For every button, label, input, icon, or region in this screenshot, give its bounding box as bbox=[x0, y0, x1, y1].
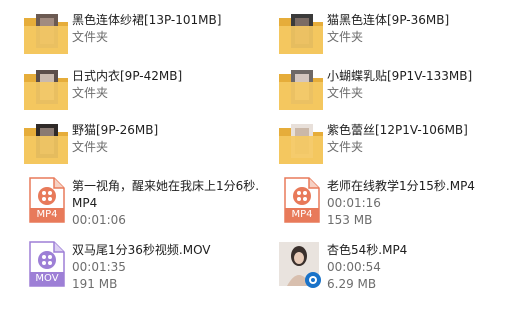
folder-name: 小蝴蝶乳贴[9P1V-133MB] bbox=[327, 69, 473, 83]
folder-type: 文件夹 bbox=[72, 140, 109, 154]
video-duration: 00:01:35 bbox=[72, 260, 126, 274]
file-type-badge: MP4 bbox=[36, 209, 58, 220]
video-duration: 00:01:06 bbox=[72, 213, 126, 227]
mp4-file-icon: MP4 bbox=[277, 176, 325, 224]
folder-item[interactable]: 野猫[9P-26MB] 文件夹 bbox=[22, 120, 272, 176]
folder-thumbnail-icon bbox=[279, 14, 323, 54]
video-name: 老师在线教学1分15秒.MP4 bbox=[327, 179, 475, 193]
folder-thumbnail-icon bbox=[279, 70, 323, 110]
folder-type: 文件夹 bbox=[72, 86, 109, 100]
folder-item[interactable]: 紫色蕾丝[12P1V-106MB] 文件夹 bbox=[277, 120, 523, 176]
video-file-item[interactable]: MP4 第一视角，醒来她在我床上1分6秒. MP4 00:01:06 bbox=[22, 176, 272, 232]
file-type-badge: MP4 bbox=[291, 209, 313, 220]
video-file-item[interactable]: 杏色54秒.MP4 00:00:54 6.29 MB bbox=[277, 240, 523, 296]
video-name: 杏色54秒.MP4 bbox=[327, 243, 408, 257]
folder-item[interactable]: 日式内衣[9P-42MB] 文件夹 bbox=[22, 66, 272, 122]
mp4-file-icon: MP4 bbox=[22, 176, 70, 224]
file-grid: 黑色连体纱裙[13P-101MB] 文件夹 猫黑色连体[9P-36MB] 文件夹… bbox=[0, 0, 523, 320]
video-size: 6.29 MB bbox=[327, 277, 377, 291]
video-size: 153 MB bbox=[327, 213, 373, 227]
folder-item[interactable]: 黑色连体纱裙[13P-101MB] 文件夹 bbox=[22, 10, 272, 66]
folder-thumbnail-icon bbox=[24, 70, 68, 110]
video-thumbnail bbox=[277, 240, 325, 288]
folder-name: 日式内衣[9P-42MB] bbox=[72, 69, 183, 83]
video-duration: 00:01:16 bbox=[327, 196, 381, 210]
folder-item[interactable]: 小蝴蝶乳贴[9P1V-133MB] 文件夹 bbox=[277, 66, 523, 122]
folder-thumbnail-icon bbox=[279, 124, 323, 164]
folder-thumbnail-icon bbox=[24, 14, 68, 54]
folder-name: 野猫[9P-26MB] bbox=[72, 123, 159, 137]
folder-name: 黑色连体纱裙[13P-101MB] bbox=[72, 13, 222, 27]
folder-thumbnail-icon bbox=[24, 124, 68, 164]
folder-item[interactable]: 猫黑色连体[9P-36MB] 文件夹 bbox=[277, 10, 523, 66]
folder-name: 猫黑色连体[9P-36MB] bbox=[327, 13, 450, 27]
video-name: 双马尾1分36秒视频.MOV bbox=[72, 243, 211, 257]
video-file-item[interactable]: MP4 老师在线教学1分15秒.MP4 00:01:16 153 MB bbox=[277, 176, 523, 232]
mov-file-icon: MOV bbox=[22, 240, 70, 288]
video-name-line2: MP4 bbox=[72, 196, 98, 210]
folder-name: 紫色蕾丝[12P1V-106MB] bbox=[327, 123, 468, 137]
folder-type: 文件夹 bbox=[327, 30, 364, 44]
folder-type: 文件夹 bbox=[72, 30, 109, 44]
file-type-badge: MOV bbox=[35, 273, 59, 284]
video-duration: 00:00:54 bbox=[327, 260, 381, 274]
video-name-line1: 第一视角，醒来她在我床上1分6秒. bbox=[72, 179, 260, 193]
video-file-item[interactable]: MOV 双马尾1分36秒视频.MOV 00:01:35 191 MB bbox=[22, 240, 272, 296]
folder-type: 文件夹 bbox=[327, 86, 364, 100]
folder-type: 文件夹 bbox=[327, 140, 364, 154]
video-size: 191 MB bbox=[72, 277, 118, 291]
